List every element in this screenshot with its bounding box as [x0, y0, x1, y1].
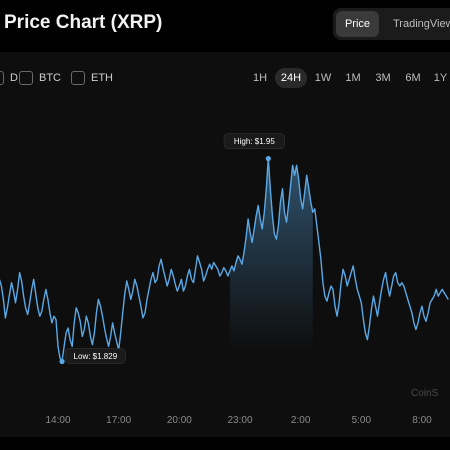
low-tooltip: Low: $1.829 [64, 348, 126, 364]
high-tooltip: High: $1.95 [223, 133, 285, 149]
bottom-bar [0, 437, 450, 450]
x-tick-label: 14:00 [45, 415, 70, 426]
x-tick-label: 20:00 [167, 415, 192, 426]
high-marker [265, 155, 271, 162]
low-marker [59, 358, 65, 365]
chart-line-layer [0, 157, 449, 363]
x-tick-label: 23:00 [227, 415, 252, 426]
x-axis-ticks: 14:00 17:00 20:00 23:00 2:00 5:00 8:00 [45, 415, 432, 426]
x-tick-label: 17:00 [106, 415, 131, 426]
x-tick-label: 5:00 [352, 415, 372, 426]
chart-area-fill [229, 158, 313, 350]
price-line [0, 157, 449, 363]
watermark: CoinS [411, 388, 439, 399]
x-tick-label: 8:00 [412, 415, 432, 426]
x-tick-label: 2:00 [291, 415, 311, 426]
price-chart[interactable]: 14:00 17:00 20:00 23:00 2:00 5:00 8:00 High: $… [0, 0, 450, 450]
low-label: Low: $1.829 [74, 352, 118, 361]
high-label: High: $1.95 [234, 137, 275, 146]
high-area [229, 158, 313, 350]
